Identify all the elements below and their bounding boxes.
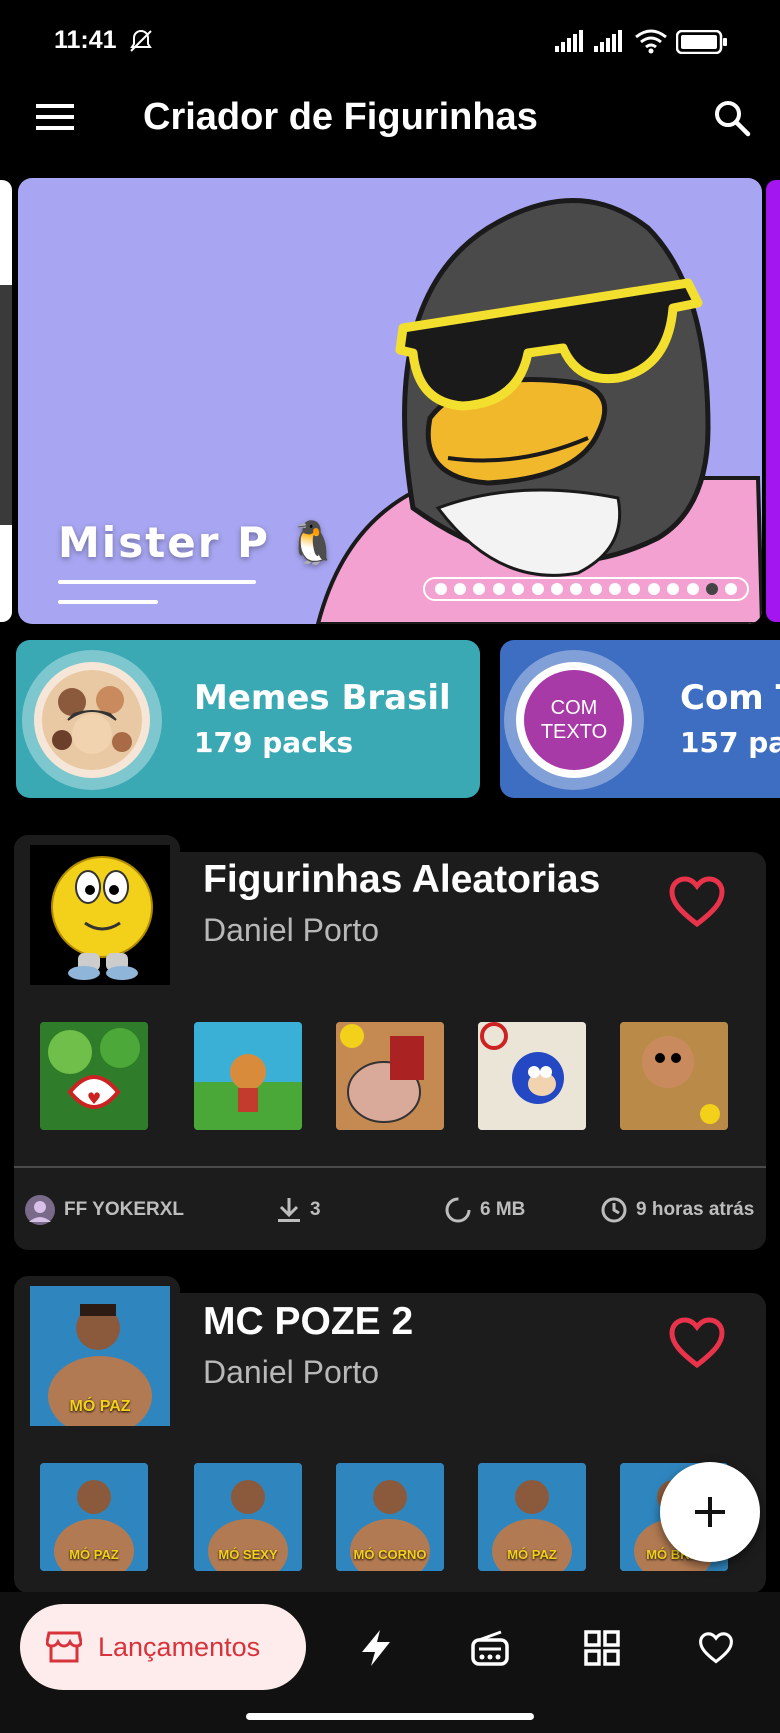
sticker-caption: MÓ SEXY [218,1547,278,1562]
carousel-dot[interactable] [647,583,660,595]
carousel-dot[interactable] [570,583,583,595]
sticker-caption: MÓ PAZ [507,1547,557,1562]
badge-line-1: COM [550,697,598,719]
uploader[interactable]: FF YOKERXL [24,1194,184,1226]
banner-underline [58,580,256,584]
home-indicator[interactable] [246,1713,534,1720]
app-title: Criador de Figurinhas [143,96,538,138]
signal-icon-2 [594,30,622,52]
pack-cover[interactable]: MÓ PAZ [30,1286,170,1426]
pack-size: 6 MB [444,1196,525,1224]
sticker-image [620,1022,728,1130]
pack-divider [14,1166,766,1168]
search-icon[interactable] [712,98,752,138]
bolt-icon[interactable] [358,1628,394,1668]
pack-author[interactable]: Daniel Porto [203,912,379,949]
category-memes-brasil[interactable]: Memes Brasil 179 packs [16,640,480,798]
sticker-thumbnail[interactable]: MÓ PAZ [40,1463,148,1571]
cover-caption: MÓ PAZ [69,1398,131,1415]
pack-author[interactable]: Daniel Porto [203,1354,379,1391]
carousel-next-peek[interactable] [766,180,780,622]
sticker-thumbnail[interactable] [478,1022,586,1130]
sticker-thumbnail[interactable]: MÓ SEXY [194,1463,302,1571]
add-pack-button[interactable] [660,1462,760,1562]
carousel-dot[interactable] [725,583,738,595]
download-count: 3 [310,1199,321,1220]
download-icon [278,1198,300,1222]
bell-off-icon [130,29,152,52]
carousel-indicator[interactable] [423,577,749,601]
carousel-dot[interactable] [550,583,563,595]
battery-icon [676,30,727,54]
pack-title[interactable]: MC POZE 2 [203,1300,413,1344]
pack-cover[interactable] [30,845,170,985]
radio-icon[interactable] [471,1630,509,1666]
carousel-dot[interactable] [609,583,622,595]
sticker-caption: MÓ CORNO [353,1547,427,1562]
category-name: Com T [680,678,780,718]
category-name: Memes Brasil [194,678,451,718]
sticker-thumbnail[interactable]: ♥ [40,1022,148,1130]
status-bar: 11:41 [0,0,780,86]
nav-active-label: Lançamentos [98,1631,261,1662]
sticker-thumbnail[interactable] [336,1022,444,1130]
carousel-dot[interactable] [531,583,544,595]
sticker-image [478,1022,586,1130]
size-value: 6 MB [480,1199,526,1220]
carousel-dot[interactable] [686,583,699,595]
category-count: 157 pac [680,726,780,759]
sticker-thumbnail[interactable] [194,1022,302,1130]
carousel-dot[interactable] [454,583,467,595]
sticker-thumbnail[interactable] [620,1022,728,1130]
nav-item-lancamentos[interactable]: Lançamentos [20,1604,306,1690]
badge-line-2: TEXTO [540,721,608,743]
com-texto-badge: COM TEXTO [524,670,624,770]
favorite-heart-icon[interactable] [668,1317,726,1369]
category-count: 179 packs [194,726,354,759]
banner-title: Mister P 🐧 [58,518,341,567]
menu-icon[interactable] [36,102,76,132]
carousel-dot[interactable] [434,583,447,595]
carousel-dot[interactable] [628,583,641,595]
heart-icon[interactable] [698,1632,734,1664]
sticker-thumbnail[interactable]: MÓ CORNO [336,1463,444,1571]
sticker-image: ♥ [40,1022,148,1130]
carousel-dot[interactable] [667,583,680,595]
clock-icon [601,1197,627,1223]
uploader-name: FF YOKERXL [64,1199,184,1220]
signal-icon [555,30,583,52]
category-avatar: COM TEXTO [516,662,632,778]
pack-title[interactable]: Figurinhas Aleatorias [203,858,600,902]
banner-underline-short [58,600,158,604]
carousel-dot[interactable] [473,583,486,595]
carousel-dot[interactable] [512,583,525,595]
plus-icon [695,1497,725,1527]
carousel-prev-peek-image [0,285,12,525]
carousel-dot-active[interactable] [705,583,718,595]
category-avatar [34,662,150,778]
sticker-caption: MÓ PAZ [69,1547,119,1562]
wifi-icon [635,29,667,54]
svg-text:♥: ♥ [87,1089,101,1108]
size-icon [445,1197,471,1223]
carousel-dot[interactable] [492,583,505,595]
time-value: 9 horas atrás [636,1199,755,1220]
category-com-texto[interactable]: COM TEXTO Com T 157 pac [500,640,780,798]
carousel-dot[interactable] [589,583,602,595]
uploader-avatar [25,1195,55,1225]
emoji-cover-image [30,845,170,985]
sticker-image [194,1022,302,1130]
store-icon [46,1631,82,1663]
featured-banner[interactable]: Mister P 🐧 [18,178,762,624]
memes-collage-image [42,670,142,770]
grid-icon[interactable] [584,1630,620,1666]
favorite-heart-icon[interactable] [668,876,726,928]
status-time: 11:41 [54,26,117,54]
pack-time: 9 horas atrás [600,1196,754,1224]
downloads: 3 [276,1196,321,1224]
sticker-image [336,1022,444,1130]
sticker-thumbnail[interactable]: MÓ PAZ [478,1463,586,1571]
